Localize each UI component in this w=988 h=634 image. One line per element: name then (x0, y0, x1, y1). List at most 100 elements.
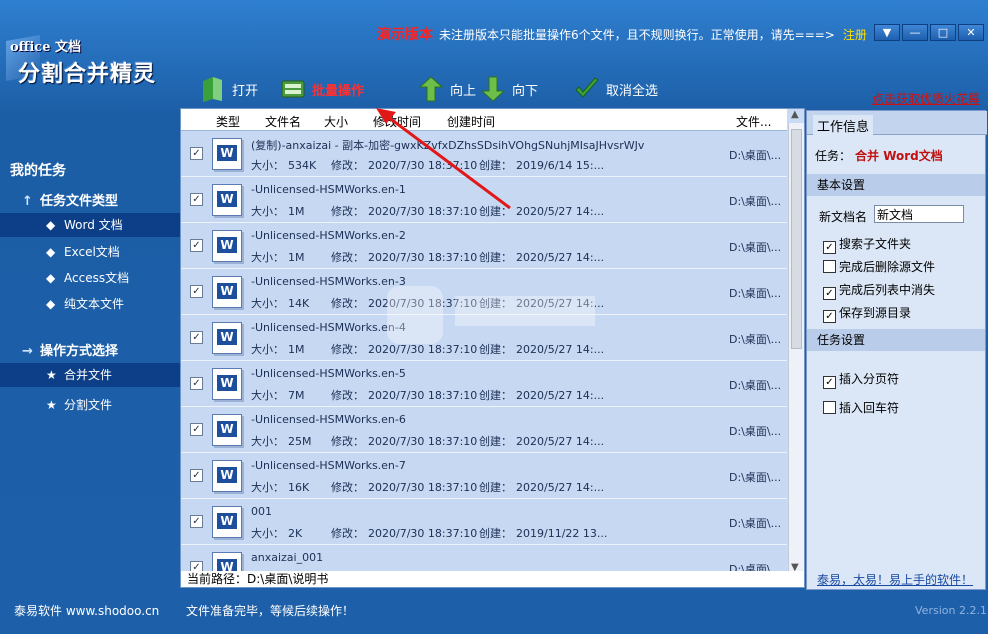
row-created: 创建： 2020/5/27 14:... (479, 387, 604, 403)
current-path-value: D:\桌面\说明书 (247, 572, 329, 586)
table-row[interactable]: ✓ -Unlicensed-HSMWorks.en-6 大小： 25M 修改： 2020/… (181, 407, 787, 453)
op-group[interactable]: → 操作方式选择 (22, 340, 118, 359)
word-doc-icon (212, 368, 242, 400)
option-checkbox[interactable]: ✓ 搜索子文件夹 (823, 235, 911, 254)
new-doc-name-input[interactable] (874, 205, 964, 223)
right-panel: 工作信息 任务：合并 Word文档 基本设置 新文档名 ✓搜索子文件夹完成后删除… (806, 110, 987, 590)
menu-dropdown-button[interactable]: ▼ (874, 24, 900, 41)
row-modified: 修改： 2020/7/30 18:37:10 (331, 479, 477, 495)
scroll-up-icon[interactable]: ▲ (791, 109, 799, 120)
table-row[interactable]: ✓ -Unlicensed-HSMWorks.en-5 大小： 7M 修改： 2020/7… (181, 361, 787, 407)
row-checkbox[interactable]: ✓ (190, 469, 203, 482)
option-checkbox[interactable]: ✓ 保存到源目录 (823, 304, 911, 323)
option-checkbox[interactable]: 插入回车符 (823, 399, 899, 416)
arrow-up-small-icon: ↑ (22, 194, 33, 209)
modified-value: 2020/7/30 18:37:10 (368, 205, 478, 218)
open-button[interactable]: 打开 (200, 74, 258, 104)
size-key: 大小： (251, 205, 284, 218)
row-path: D:\桌面\... (729, 287, 782, 300)
create-key: 创建： (479, 251, 512, 264)
file-type-group[interactable]: ↑ 任务文件类型 (22, 190, 118, 209)
mod-key: 修改： (331, 527, 364, 540)
row-created: 创建： 2019/11/22 13... (479, 525, 607, 541)
row-checkbox[interactable]: ✓ (190, 377, 203, 390)
file-type-excel[interactable]: ◆ Excel文档 (0, 240, 180, 264)
row-filename: -Unlicensed-HSMWorks.en-2 (251, 229, 406, 242)
left-panel: 我的任务 ↑ 任务文件类型 ◆ Word 文档 ◆ Excel文档 ◆ Access文档… (0, 150, 180, 590)
op-split[interactable]: ★ 分割文件 (0, 393, 180, 417)
move-up-button[interactable]: 向上 (418, 74, 476, 104)
option-label: 完成后删除源文件 (839, 260, 936, 274)
table-row[interactable]: ✓ -Unlicensed-HSMWorks.en-2 大小： 1M 修改： 2020/7… (181, 223, 787, 269)
created-value: 2020/5/27 14:... (516, 251, 605, 264)
col-modified[interactable]: 修改时间 (373, 113, 421, 130)
table-row[interactable]: ✓ 001 大小： 2K 修改： 2020/7/30 18:37:10创建： 2019/11… (181, 499, 787, 545)
mod-key: 修改： (331, 159, 364, 172)
checkbox-box[interactable] (823, 401, 836, 414)
checkbox-box[interactable]: ✓ (823, 287, 836, 300)
list-scrollbar[interactable]: ▲ ▼ (788, 109, 804, 573)
file-type-text[interactable]: ◆ 纯文本文件 (0, 292, 180, 316)
minimize-button[interactable]: — (902, 24, 928, 41)
file-type-access[interactable]: ◆ Access文档 (0, 266, 180, 290)
row-checkbox[interactable]: ✓ (190, 193, 203, 206)
promo-link[interactable]: 点击获取优质火花幕 (872, 90, 980, 107)
file-type-group-label: 任务文件类型 (40, 194, 119, 209)
move-down-label: 向下 (512, 83, 539, 99)
table-row[interactable]: ✓ (复制)-anxaizai - 副本-加密-gwxKZvfxDZhsSDsih… (181, 131, 787, 177)
modified-value: 2020/7/30 18:37:10 (368, 435, 478, 448)
logo-line2: 分割合并精灵 (18, 62, 157, 87)
move-down-button[interactable]: 向下 (480, 74, 538, 104)
row-checkbox[interactable]: ✓ (190, 423, 203, 436)
create-key: 创建： (479, 159, 512, 172)
checkbox-box[interactable] (823, 260, 836, 273)
option-checkbox[interactable]: ✓ 插入分页符 (823, 370, 899, 389)
watermark-logo (387, 286, 595, 344)
row-checkbox[interactable]: ✓ (190, 331, 203, 344)
col-created[interactable]: 创建时间 (447, 113, 495, 130)
table-row[interactable]: ✓ -Unlicensed-HSMWorks.en-1 大小： 1M 修改： 2020/7… (181, 177, 787, 223)
version-label: Version 2.2.1 (915, 604, 987, 617)
maximize-button[interactable]: □ (930, 24, 956, 41)
row-filename: 001 (251, 505, 272, 518)
close-button[interactable]: ✕ (958, 24, 984, 41)
logo-line1: office 文档 (10, 40, 81, 55)
table-row[interactable]: ✓ -Unlicensed-HSMWorks.en-7 大小： 16K 修改： 2020/… (181, 453, 787, 499)
row-filename: -Unlicensed-HSMWorks.en-6 (251, 413, 406, 426)
row-created: 创建： 2019/6/14 15:... (479, 157, 604, 173)
word-doc-icon (212, 184, 242, 216)
mod-key: 修改： (331, 343, 364, 356)
col-filename[interactable]: 文件名 (265, 113, 301, 130)
row-checkbox[interactable]: ✓ (190, 285, 203, 298)
created-value: 2020/5/27 14:... (516, 205, 605, 218)
row-size: 大小： 1M (251, 341, 305, 357)
scroll-thumb[interactable] (791, 129, 802, 349)
size-key: 大小： (251, 527, 284, 540)
size-value: 1M (288, 343, 305, 356)
checkbox-box[interactable]: ✓ (823, 241, 836, 254)
col-size[interactable]: 大小 (324, 113, 348, 130)
created-value: 2020/5/27 14:... (516, 389, 605, 402)
register-link[interactable]: 注册 (843, 28, 867, 42)
word-doc-icon (212, 414, 242, 446)
col-type[interactable]: 类型 (216, 113, 240, 130)
op-merge[interactable]: ★ 合并文件 (0, 363, 180, 387)
option-checkbox[interactable]: 完成后删除源文件 (823, 258, 935, 275)
diamond-icon: ◆ (46, 271, 56, 285)
deselect-all-button[interactable]: 取消全选 (574, 74, 658, 104)
option-checkbox[interactable]: ✓ 完成后列表中消失 (823, 281, 935, 300)
toolbar: 打开 批量操作 向上 向下 取消全选 (180, 64, 810, 112)
row-checkbox[interactable]: ✓ (190, 147, 203, 160)
batch-button[interactable]: 批量操作 (280, 74, 364, 104)
slogan-link[interactable]: 泰易，太易！易上手的软件！ (817, 571, 973, 588)
mod-key: 修改： (331, 435, 364, 448)
mod-key: 修改： (331, 389, 364, 402)
col-path[interactable]: 文件... (736, 113, 771, 130)
row-checkbox[interactable]: ✓ (190, 239, 203, 252)
checkbox-box[interactable]: ✓ (823, 310, 836, 323)
tab-work-info[interactable]: 工作信息 (813, 115, 874, 136)
row-path: D:\桌面\... (729, 333, 782, 346)
file-type-word[interactable]: ◆ Word 文档 (0, 213, 180, 237)
checkbox-box[interactable]: ✓ (823, 376, 836, 389)
row-checkbox[interactable]: ✓ (190, 515, 203, 528)
